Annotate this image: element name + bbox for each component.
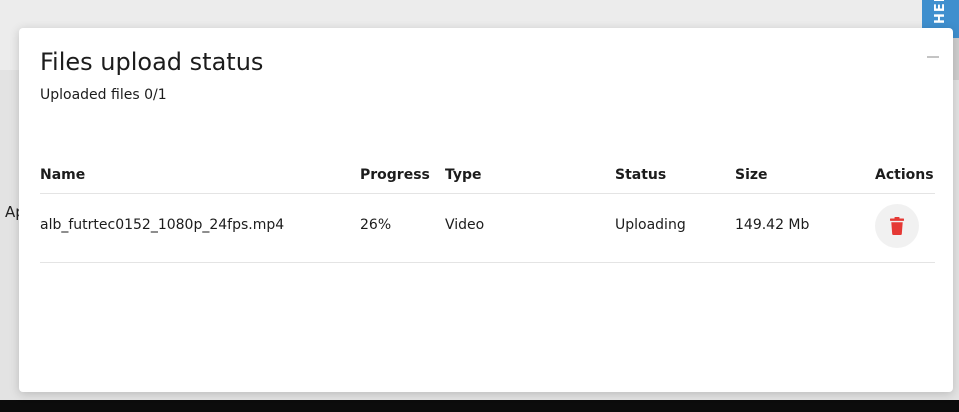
table-header-row: Name Progress Type Status Size Actions bbox=[40, 159, 935, 194]
upload-table: Name Progress Type Status Size Actions a… bbox=[40, 159, 935, 263]
file-name: alb_futrtec0152_1080p_24fps.mp4 bbox=[40, 217, 285, 233]
upload-status-modal: Files upload status Uploaded files 0/1 N… bbox=[19, 28, 953, 392]
file-status: Uploading bbox=[615, 217, 686, 233]
file-type: Video bbox=[445, 217, 485, 233]
help-tab-label: HEL bbox=[933, 0, 948, 24]
table-row: alb_futrtec0152_1080p_24fps.mp4 26% Vide… bbox=[40, 194, 935, 263]
minimize-icon[interactable] bbox=[927, 56, 939, 58]
column-header-actions: Actions bbox=[875, 167, 934, 183]
uploaded-files-count: Uploaded files 0/1 bbox=[40, 87, 167, 103]
column-header-name: Name bbox=[40, 167, 86, 183]
column-header-progress: Progress bbox=[360, 167, 430, 183]
trash-icon bbox=[890, 217, 904, 235]
modal-title: Files upload status bbox=[40, 48, 264, 76]
column-header-type: Type bbox=[445, 167, 482, 183]
file-progress: 26% bbox=[360, 217, 392, 233]
column-header-status: Status bbox=[615, 167, 667, 183]
column-header-size: Size bbox=[735, 167, 768, 183]
bottom-bar bbox=[0, 400, 959, 412]
delete-file-button[interactable] bbox=[875, 204, 919, 248]
file-size: 149.42 Mb bbox=[735, 217, 810, 233]
